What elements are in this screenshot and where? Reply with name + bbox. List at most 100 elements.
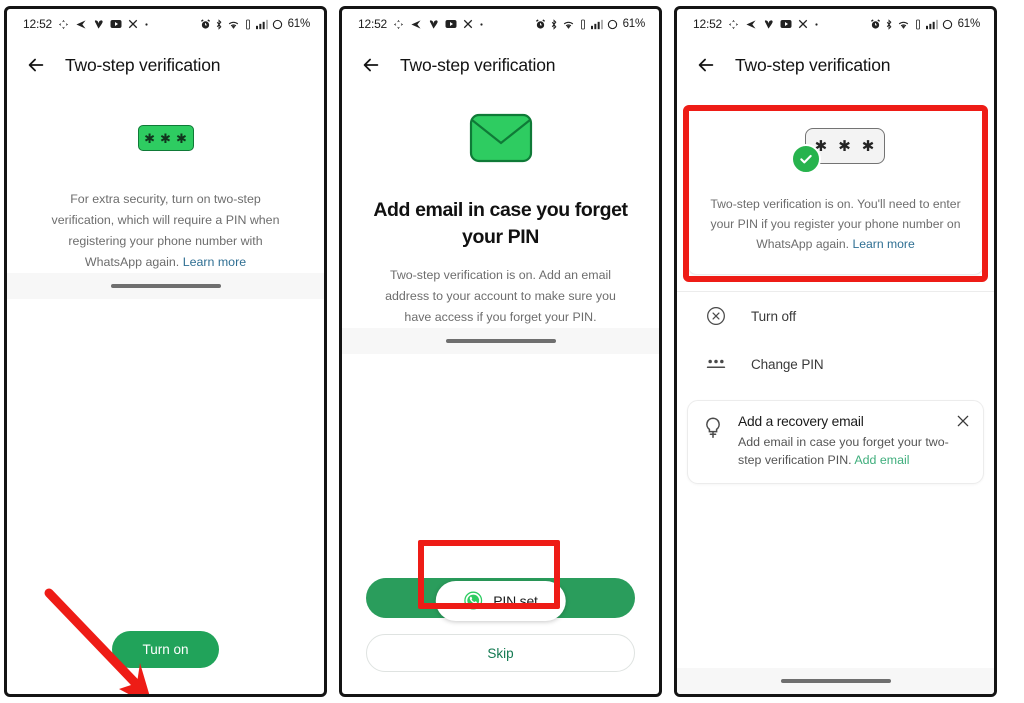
panel2-content: Add email in case you forget your PIN Tw… xyxy=(342,91,659,694)
turn-on-button[interactable]: Turn on xyxy=(112,631,219,668)
row-label: Change PIN xyxy=(751,356,824,372)
wifi-icon xyxy=(227,19,240,30)
back-arrow-icon[interactable] xyxy=(695,54,717,76)
panel2-body: Add email in case you forget your PIN Tw… xyxy=(342,91,659,328)
app-bar: Two-step verification xyxy=(677,39,994,91)
add-email-link[interactable]: Add email xyxy=(854,453,909,467)
status-time: 12:52 xyxy=(693,17,723,31)
app-icon xyxy=(428,19,439,30)
learn-more-link[interactable]: Learn more xyxy=(183,255,246,269)
back-arrow-icon[interactable] xyxy=(360,54,382,76)
signal-icon xyxy=(590,19,603,30)
paper-plane-icon xyxy=(745,19,757,30)
battery-icon xyxy=(942,19,953,30)
row-label: Turn off xyxy=(751,308,796,324)
sync-icon xyxy=(393,19,404,30)
star-glyph: ✱ xyxy=(861,137,875,155)
alarm-icon xyxy=(200,18,211,30)
youtube-icon xyxy=(110,19,122,29)
recovery-card-title: Add a recovery email xyxy=(738,414,864,429)
close-icon[interactable] xyxy=(955,413,971,429)
star-glyph: ✱ xyxy=(838,137,851,155)
pin-set-toast: PIN set xyxy=(435,580,566,621)
panel1-description: For extra security, turn on two-step ver… xyxy=(41,189,291,273)
envelope-icon xyxy=(469,113,532,163)
page-title: Two-step verification xyxy=(65,54,221,75)
signal-icon xyxy=(925,19,938,30)
panel3-content: ✱ ✱ ✱ Two-step verification is on. You'l… xyxy=(677,91,994,694)
home-indicator-area xyxy=(677,668,994,694)
recovery-email-card: Add a recovery email Add email in case y… xyxy=(687,400,984,484)
vibrate-icon xyxy=(244,19,252,30)
battery-percent: 61% xyxy=(957,18,981,30)
battery-icon xyxy=(272,19,283,30)
phone-panel-1: 12:52 61% Two-step verification ✱ ✱ ✱ Fo… xyxy=(4,6,327,697)
status-bar-right: 61% xyxy=(535,18,645,30)
phone-panel-2: 12:52 61% Two-step verification Add emai… xyxy=(339,6,662,697)
status-bar-left: 12:52 xyxy=(358,17,484,31)
status-bar-right: 61% xyxy=(870,18,980,30)
status-card-text: Two-step verification is on. You'll need… xyxy=(708,194,963,254)
home-indicator xyxy=(110,284,221,288)
status-card-body: Two-step verification is on. You'll need… xyxy=(710,197,961,251)
dot-icon xyxy=(144,22,149,27)
app-icon xyxy=(93,19,104,30)
pin-set-icon: ✱ ✱ ✱ xyxy=(787,128,885,174)
alarm-icon xyxy=(870,18,881,30)
signal-icon xyxy=(255,19,268,30)
panel2-title: Add email in case you forget your PIN xyxy=(373,199,628,248)
x-icon xyxy=(463,19,473,29)
recovery-card-text: Add a recovery email Add email in case y… xyxy=(738,414,969,469)
youtube-icon xyxy=(445,19,457,29)
panel2-description: Two-step verification is on. Add an emai… xyxy=(385,268,616,324)
row-turn-off[interactable]: Turn off xyxy=(677,292,994,340)
panel1-body: ✱ ✱ ✱ For extra security, turn on two-st… xyxy=(7,91,324,273)
bluetooth-icon xyxy=(885,18,893,30)
status-bar: 12:52 61% xyxy=(342,9,659,39)
app-bar: Two-step verification xyxy=(342,39,659,91)
phone-panel-3: 12:52 61% Two-step verification ✱ ✱ ✱ Tw… xyxy=(674,6,997,697)
home-indicator xyxy=(780,679,891,683)
battery-icon xyxy=(607,19,618,30)
bluetooth-icon xyxy=(215,18,223,30)
status-bar-right: 61% xyxy=(200,18,310,30)
star-glyph: ✱ xyxy=(175,130,187,146)
row-change-pin[interactable]: Change PIN xyxy=(677,340,994,388)
pin-badge-icon: ✱ ✱ ✱ xyxy=(137,125,194,151)
page-title: Two-step verification xyxy=(400,54,556,75)
whatsapp-icon xyxy=(463,591,482,610)
skip-button[interactable]: Skip xyxy=(366,634,635,672)
recovery-card-description: Add email in case you forget your two-st… xyxy=(738,433,969,469)
vibrate-icon xyxy=(579,19,587,30)
vibrate-icon xyxy=(914,19,922,30)
sync-icon xyxy=(58,19,69,30)
x-circle-icon xyxy=(705,305,727,327)
recovery-card-body: Add email in case you forget your two-st… xyxy=(738,435,949,467)
dot-icon xyxy=(479,22,484,27)
screenshot-stage: 12:52 61% Two-step verification ✱ ✱ ✱ Fo… xyxy=(0,0,1024,703)
change-pin-icon xyxy=(705,353,727,375)
youtube-icon xyxy=(780,19,792,29)
star-glyph: ✱ xyxy=(160,130,171,146)
sync-icon xyxy=(728,19,739,30)
battery-percent: 61% xyxy=(622,18,646,30)
page-title: Two-step verification xyxy=(735,54,891,75)
dot-icon xyxy=(814,22,819,27)
app-bar: Two-step verification xyxy=(7,39,324,91)
lightbulb-icon xyxy=(706,417,720,438)
back-arrow-icon[interactable] xyxy=(25,54,47,76)
star-glyph: ✱ xyxy=(144,130,156,146)
bluetooth-icon xyxy=(550,18,558,30)
paper-plane-icon xyxy=(410,19,422,30)
learn-more-link[interactable]: Learn more xyxy=(852,237,914,251)
panel2-footer: PIN set Skip xyxy=(342,578,659,672)
status-bar: 12:52 61% xyxy=(7,9,324,39)
panel1-footer: Turn on xyxy=(7,631,324,668)
pin-set-label: PIN set xyxy=(493,592,538,609)
battery-percent: 61% xyxy=(287,18,311,30)
home-indicator xyxy=(445,339,556,343)
panel1-content: ✱ ✱ ✱ For extra security, turn on two-st… xyxy=(7,91,324,694)
x-icon xyxy=(798,19,808,29)
status-bar-left: 12:52 xyxy=(693,17,819,31)
